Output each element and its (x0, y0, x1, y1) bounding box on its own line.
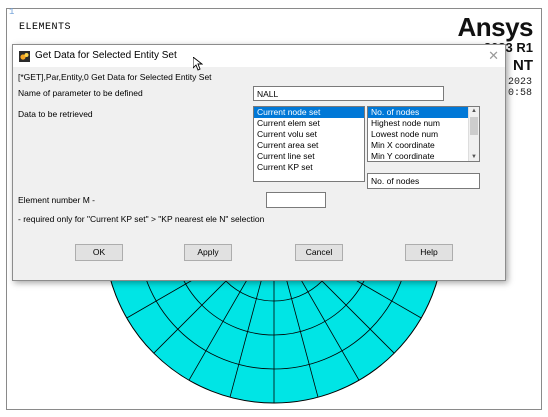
element-number-input[interactable] (266, 192, 326, 208)
list-item[interactable]: Current area set (254, 140, 364, 151)
dialog-titlebar[interactable]: Get Data for Selected Entity Set ✕ (13, 45, 505, 67)
brand-name: Ansys (457, 12, 533, 42)
list-item[interactable]: Min Y coordinate (368, 151, 479, 161)
entity-set-listbox[interactable]: Current node set Current elem set Curren… (253, 106, 365, 182)
list-item[interactable]: No. of nodes (368, 107, 479, 118)
list-item[interactable]: Current elem set (254, 118, 364, 129)
list-item[interactable]: Current volu set (254, 129, 364, 140)
help-button[interactable]: Help (405, 244, 453, 261)
ok-button[interactable]: OK (75, 244, 123, 261)
list-item[interactable]: Lowest node num (368, 129, 479, 140)
kp-note: - required only for "Current KP set" > "… (18, 214, 265, 224)
time-line: 0:58 (507, 88, 532, 99)
listbox-scrollbar[interactable]: ▲ ▼ (468, 107, 479, 161)
plot-title: ELEMENTS (19, 22, 72, 33)
apply-button[interactable]: Apply (184, 244, 232, 261)
list-item[interactable]: Current node set (254, 107, 364, 118)
mouse-pointer-icon (193, 57, 203, 71)
scroll-down-icon[interactable]: ▼ (471, 154, 477, 160)
data-retrieved-label: Data to be retrieved (18, 109, 93, 119)
element-number-label: Element number M - (18, 195, 95, 205)
date-line: 2023 (507, 77, 532, 88)
scroll-up-icon[interactable]: ▲ (471, 108, 477, 114)
cancel-button[interactable]: Cancel (295, 244, 343, 261)
close-icon[interactable]: ✕ (488, 48, 499, 64)
scroll-thumb[interactable] (470, 117, 478, 135)
list-item[interactable]: Min X coordinate (368, 140, 479, 151)
command-label: [*GET],Par,Entity,0 Get Data for Selecte… (18, 72, 212, 82)
param-name-input[interactable] (253, 86, 444, 101)
ansys-app-icon (19, 51, 30, 62)
plot-date: 2023 0:58 (508, 77, 532, 99)
get-data-dialog: Get Data for Selected Entity Set ✕ [*GET… (12, 44, 506, 281)
dialog-title: Get Data for Selected Entity Set (35, 50, 177, 61)
data-item-listbox[interactable]: No. of nodes Highest node num Lowest nod… (367, 106, 480, 162)
list-item[interactable]: Highest node num (368, 118, 479, 129)
list-item[interactable]: Current KP set (254, 162, 364, 173)
selected-data-field: No. of nodes (367, 173, 480, 189)
param-name-label: Name of parameter to be defined (18, 88, 143, 98)
list-item[interactable]: Current line set (254, 151, 364, 162)
window-index: 1 (9, 7, 15, 17)
